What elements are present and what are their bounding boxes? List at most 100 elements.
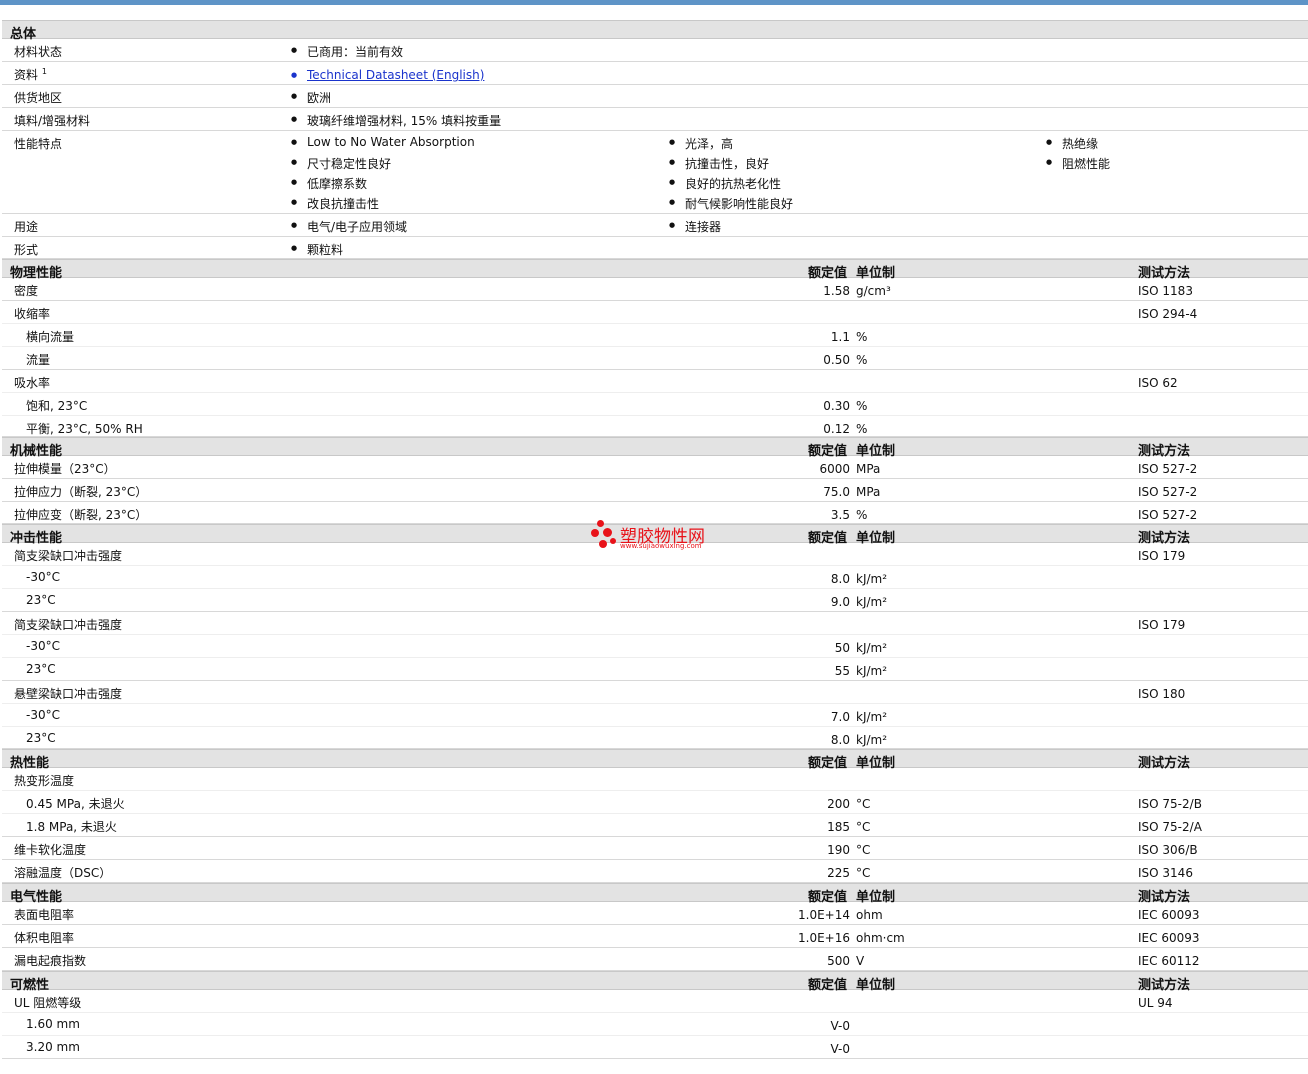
- row-value: 75.0: [823, 485, 850, 499]
- table-row: -30°C 7.0 kJ/m²: [2, 704, 1308, 727]
- row-value: 1.0E+16: [798, 931, 850, 945]
- row-method: ISO 179: [1138, 549, 1186, 563]
- row-unit: %: [856, 422, 868, 436]
- row-label: 热变形温度: [14, 774, 75, 788]
- row-unit: %: [856, 508, 868, 522]
- row-method: ISO 294-4: [1138, 307, 1198, 321]
- row-unit: g/cm³: [856, 284, 891, 298]
- table-row: 23°C 8.0 kJ/m²: [2, 727, 1308, 749]
- row-features: 性能特点 Low to No Water Absorption 尺寸稳定性良好 …: [2, 131, 1308, 214]
- row-label: 0.45 MPa, 未退火: [26, 797, 125, 811]
- row-value: 7.0: [830, 710, 850, 724]
- row-item: 已商用：当前有效: [291, 43, 403, 60]
- row-value: 200: [827, 797, 850, 811]
- row-label: 材料状态: [14, 45, 63, 59]
- row-method: ISO 179: [1138, 618, 1186, 632]
- row-method: ISO 1183: [1138, 284, 1193, 298]
- row-value: 9.0: [830, 595, 850, 609]
- row-value: 55: [834, 664, 850, 678]
- row-value: 225: [827, 866, 850, 880]
- table-row: 收缩率 ISO 294-4: [2, 301, 1308, 324]
- row-unit: °C: [856, 866, 871, 880]
- row-value: 0.12: [823, 422, 850, 436]
- row-label: 横向流量: [26, 330, 75, 344]
- row-method: ISO 527-2: [1138, 462, 1198, 476]
- row-unit: kJ/m²: [856, 595, 888, 609]
- row-item: 热绝缘: [1046, 135, 1098, 152]
- row-value: V-0: [830, 1042, 850, 1056]
- row-item: 玻璃纤维增强材料, 15% 填料按重量: [291, 112, 501, 129]
- row-label: -30°C: [26, 570, 60, 584]
- table-row: 吸水率 ISO 62: [2, 370, 1308, 393]
- row-label: -30°C: [26, 639, 60, 653]
- row-material-status: 材料状态 已商用：当前有效: [2, 39, 1308, 62]
- row-label: 维卡软化温度: [14, 843, 87, 857]
- row-item: 光泽，高: [669, 135, 733, 152]
- row-label: 饱和, 23°C: [26, 399, 88, 413]
- row-value: 1.1: [830, 330, 850, 344]
- row-unit: kJ/m²: [856, 572, 888, 586]
- table-row: 溶融温度（DSC） 225 °C ISO 3146: [2, 860, 1308, 883]
- row-method: ISO 75-2/A: [1138, 820, 1202, 834]
- row-unit: %: [856, 353, 868, 367]
- table-row: 漏电起痕指数 500 V IEC 60112: [2, 948, 1308, 971]
- row-item: 抗撞击性，良好: [669, 155, 769, 172]
- watermark-url: www.sujiaowuxing.com: [620, 542, 702, 550]
- row-value: 50: [834, 641, 850, 655]
- row-label: 密度: [14, 284, 39, 298]
- row-unit: V: [856, 954, 865, 968]
- table-row: 拉伸应力（断裂, 23°C） 75.0 MPa ISO 527-2: [2, 479, 1308, 502]
- row-method: ISO 180: [1138, 687, 1186, 701]
- row-method: ISO 3146: [1138, 866, 1193, 880]
- row-label: 表面电阻率: [14, 908, 75, 922]
- row-item: 改良抗撞击性: [291, 195, 379, 212]
- section-thermal-header: 热性能 额定值 单位制 测试方法: [2, 749, 1308, 771]
- row-label: 23°C: [26, 662, 56, 676]
- row-item: 颗粒料: [291, 241, 343, 258]
- row-value: 500: [827, 954, 850, 968]
- row-value: 8.0: [830, 733, 850, 747]
- row-method: IEC 60093: [1138, 908, 1200, 922]
- row-value: 190: [827, 843, 850, 857]
- row-label: 收缩率: [14, 307, 51, 321]
- row-value: 0.30: [823, 399, 850, 413]
- row-unit: °C: [856, 820, 871, 834]
- row-label: 拉伸应变（断裂, 23°C）: [14, 508, 148, 522]
- row-unit: MPa: [856, 485, 881, 499]
- technical-datasheet-link[interactable]: Technical Datasheet (English): [291, 68, 484, 82]
- table-row: 悬壁梁缺口冲击强度 ISO 180: [2, 681, 1308, 704]
- watermark-logo: 塑胶物性网 www.sujiaowuxing.com: [591, 520, 721, 552]
- row-form: 形式 颗粒料: [2, 237, 1308, 259]
- table-row: UL 阻燃等级 UL 94: [2, 990, 1308, 1013]
- row-supply-region: 供货地区 欧洲: [2, 85, 1308, 108]
- row-label: 23°C: [26, 731, 56, 745]
- row-uses: 用途 电气/电子应用领域 连接器: [2, 214, 1308, 237]
- row-label: 漏电起痕指数: [14, 954, 87, 968]
- row-label: UL 阻燃等级: [14, 996, 82, 1010]
- table-row: 23°C 55 kJ/m²: [2, 658, 1308, 681]
- row-label: 溶融温度（DSC）: [14, 866, 112, 880]
- row-documents: 资料 1 Technical Datasheet (English): [2, 62, 1308, 85]
- row-method: UL 94: [1138, 996, 1173, 1010]
- row-label: 形式: [14, 243, 39, 257]
- section-physical-header: 物理性能 额定值 单位制 测试方法: [2, 259, 1308, 281]
- row-label: 用途: [14, 220, 39, 234]
- row-value: 6000: [819, 462, 850, 476]
- table-row: 0.45 MPa, 未退火 200 °C ISO 75-2/B: [2, 791, 1308, 814]
- row-value: 1.0E+14: [798, 908, 850, 922]
- row-method: ISO 527-2: [1138, 508, 1198, 522]
- row-label: 拉伸应力（断裂, 23°C）: [14, 485, 148, 499]
- logo-dot-icon: [597, 520, 604, 527]
- row-label: 体积电阻率: [14, 931, 75, 945]
- section-mechanical-header: 机械性能 额定值 单位制 测试方法: [2, 437, 1308, 459]
- table-row: 1.8 MPa, 未退火 185 °C ISO 75-2/A: [2, 814, 1308, 837]
- row-value: V-0: [830, 1019, 850, 1033]
- row-unit: °C: [856, 797, 871, 811]
- table-row: 饱和, 23°C 0.30 %: [2, 393, 1308, 416]
- row-item: 连接器: [669, 218, 721, 235]
- row-label: 悬壁梁缺口冲击强度: [14, 687, 123, 701]
- row-value: 1.58: [823, 284, 850, 298]
- section-general-header: 总体: [2, 20, 1308, 42]
- row-item: 阻燃性能: [1046, 155, 1110, 172]
- table-row: 3.20 mm V-0: [2, 1036, 1308, 1059]
